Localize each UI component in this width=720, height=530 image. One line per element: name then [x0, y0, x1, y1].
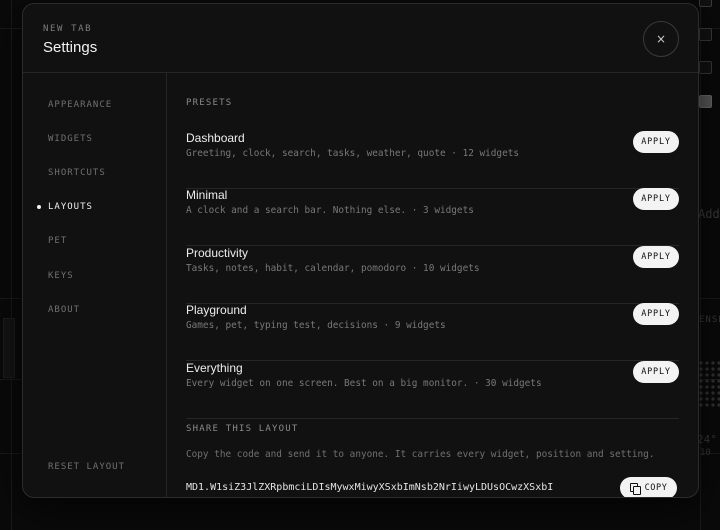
settings-sidebar: APPEARANCE WIDGETS SHORTCUTS LAYOUTS PET…	[23, 73, 167, 497]
settings-modal: NEW TAB Settings × APPEARANCE WIDGETS SH…	[22, 3, 699, 498]
preset-name: Productivity	[186, 246, 249, 260]
preset-name: Everything	[186, 361, 243, 375]
background-label: ENSE	[699, 315, 720, 325]
modal-header: NEW TAB Settings ×	[23, 4, 698, 73]
sidebar-item-widgets[interactable]: WIDGETS	[48, 134, 93, 144]
preset-description: Every widget on one screen. Best on a bi…	[186, 378, 542, 389]
background-dot-grid	[698, 360, 720, 408]
share-help-text: Copy the code and send it to anyone. It …	[186, 449, 655, 460]
sidebar-item-about[interactable]: ABOUT	[48, 305, 80, 315]
copy-icon	[629, 483, 641, 495]
apply-button[interactable]: APPLY	[633, 188, 679, 210]
preset-row-everything: Everything Every widget on one screen. B…	[186, 361, 679, 419]
preset-name: Minimal	[186, 188, 228, 202]
preset-name: Dashboard	[186, 131, 245, 145]
apply-button[interactable]: APPLY	[633, 131, 679, 153]
copy-label: COPY	[644, 483, 668, 493]
sidebar-item-appearance[interactable]: APPEARANCE	[48, 100, 112, 110]
preset-description: A clock and a search bar. Nothing else. …	[186, 205, 474, 216]
layouts-panel: PRESETS Dashboard Greeting, clock, searc…	[167, 73, 698, 497]
background-checkbox	[699, 0, 712, 7]
background-checkbox-checked	[699, 95, 712, 108]
apply-button[interactable]: APPLY	[633, 303, 679, 325]
sidebar-item-label: PET	[48, 236, 68, 246]
preset-description: Tasks, notes, habit, calendar, pomodoro …	[186, 263, 480, 274]
share-code-field[interactable]: MD1.W1siZ3JlZXRpbmciLDIsMywxMiwyXSxbImNs…	[186, 482, 611, 493]
modal-eyebrow: NEW TAB	[43, 24, 93, 34]
preset-row-minimal: Minimal A clock and a search bar. Nothin…	[186, 188, 679, 246]
reset-layout-button[interactable]: RESET LAYOUT	[48, 462, 125, 472]
sidebar-item-shortcuts[interactable]: SHORTCUTS	[48, 168, 106, 178]
sidebar-item-keys[interactable]: KEYS	[48, 271, 74, 281]
preset-description: Games, pet, typing test, decisions · 9 w…	[186, 320, 446, 331]
background-panel	[3, 318, 15, 378]
sidebar-item-label: WIDGETS	[48, 134, 93, 144]
apply-button[interactable]: APPLY	[633, 246, 679, 268]
preset-name: Playground	[186, 303, 247, 317]
active-dot-icon	[37, 205, 41, 209]
background-divider	[11, 0, 12, 530]
background-small-text: 10	[700, 448, 711, 458]
preset-description: Greeting, clock, search, tasks, weather,…	[186, 148, 520, 159]
background-temperature: 24°	[697, 433, 717, 446]
background-checkbox	[699, 61, 712, 74]
background-add-text: Add	[698, 207, 720, 221]
preset-row-dashboard: Dashboard Greeting, clock, search, tasks…	[186, 131, 679, 189]
close-button[interactable]: ×	[643, 21, 679, 57]
presets-heading: PRESETS	[186, 98, 233, 108]
sidebar-item-label: ABOUT	[48, 305, 81, 315]
sidebar-item-layouts[interactable]: LAYOUTS	[37, 202, 93, 212]
background-checkbox	[699, 28, 712, 41]
sidebar-item-label: SHORTCUTS	[48, 168, 106, 178]
close-icon: ×	[655, 32, 667, 46]
share-layout-heading: SHARE THIS LAYOUT	[186, 424, 299, 434]
apply-button[interactable]: APPLY	[633, 361, 679, 383]
sidebar-item-label: LAYOUTS	[48, 202, 93, 212]
preset-row-playground: Playground Games, pet, typing test, deci…	[186, 303, 679, 361]
sidebar-item-pet[interactable]: PET	[48, 236, 67, 246]
preset-row-productivity: Productivity Tasks, notes, habit, calend…	[186, 246, 679, 304]
sidebar-item-label: KEYS	[48, 271, 74, 281]
modal-title: Settings	[43, 39, 98, 56]
copy-button[interactable]: COPY	[620, 477, 677, 497]
sidebar-item-label: APPEARANCE	[48, 100, 113, 110]
